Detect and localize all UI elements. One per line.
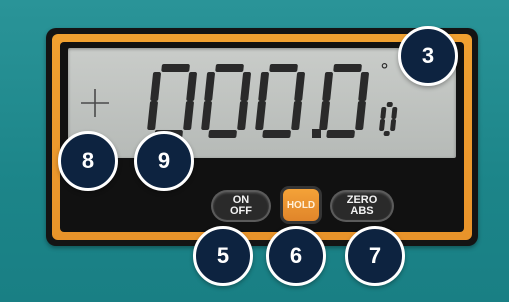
segment-f (322, 72, 333, 101)
segment-b (294, 72, 305, 101)
on-off-label-bottom: OFF (230, 205, 252, 217)
segment-a (215, 64, 244, 72)
abs-label-bottom: ABS (350, 205, 374, 217)
segment-e (319, 101, 330, 130)
segment-d (326, 130, 355, 138)
hold-button[interactable]: HOLD (283, 189, 319, 221)
segment-f (258, 72, 269, 101)
decimal-point (312, 129, 321, 138)
degree-symbol: ° (380, 60, 389, 81)
segment-f (150, 72, 161, 101)
segment-e (201, 101, 212, 130)
segment-b (186, 72, 197, 101)
segment-b (391, 107, 398, 119)
segment-a (269, 64, 298, 72)
plus-sign-icon (81, 89, 109, 117)
segment-b (358, 72, 369, 101)
digit-0 (147, 64, 197, 138)
callout-5: 5 (193, 226, 253, 286)
digit-3 (319, 64, 369, 138)
digit-1 (201, 64, 251, 138)
on-off-button[interactable]: ON OFF (213, 192, 269, 220)
callout-7: 7 (345, 226, 405, 286)
segment-e (379, 119, 386, 131)
digit-2 (255, 64, 305, 138)
segment-a (386, 102, 393, 107)
callout-9: 9 (134, 131, 194, 191)
seven-segment-readout (147, 64, 398, 138)
segment-c (183, 101, 194, 130)
segment-f (380, 107, 387, 119)
segment-c (291, 101, 302, 130)
sub-digit (379, 102, 398, 136)
segment-a (333, 64, 362, 72)
zero-abs-button[interactable]: ZERO ABS (332, 192, 392, 220)
segment-f (204, 72, 215, 101)
segment-d (208, 130, 237, 138)
callout-3: 3 (398, 26, 458, 86)
segment-d (383, 131, 390, 136)
segment-c (390, 119, 397, 131)
segment-e (147, 101, 158, 130)
segment-a (161, 64, 190, 72)
segment-d (262, 130, 291, 138)
segment-c (355, 101, 366, 130)
lcd-display (68, 48, 456, 158)
segment-e (255, 101, 266, 130)
callout-6: 6 (266, 226, 326, 286)
segment-b (240, 72, 251, 101)
hold-label: HOLD (286, 199, 316, 211)
callout-8: 8 (58, 131, 118, 191)
segment-c (237, 101, 248, 130)
